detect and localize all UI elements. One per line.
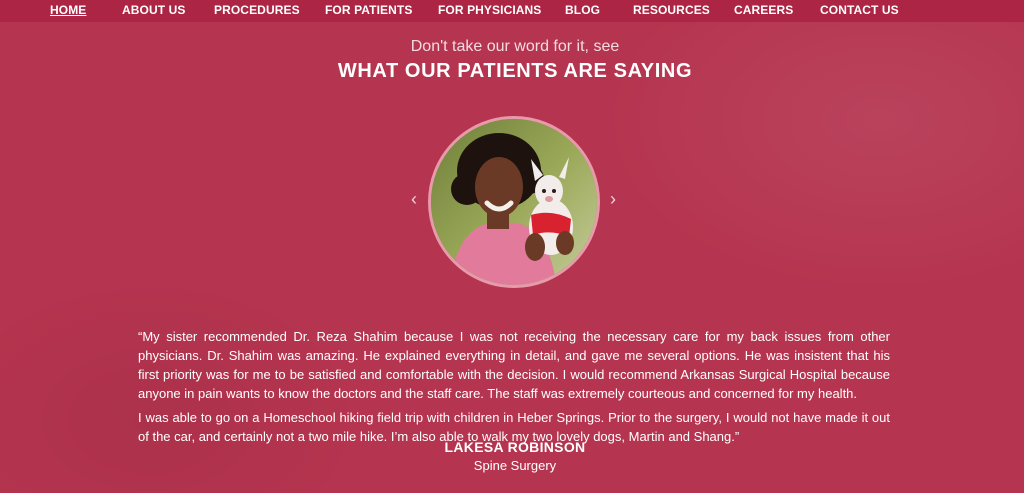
nav-item-for-physicians[interactable]: FOR PHYSICIANS [438, 3, 541, 17]
patient-photo-illustration [431, 119, 597, 285]
nav-item-contact-us[interactable]: CONTACT US [820, 3, 899, 17]
nav-item-about-us[interactable]: ABOUT US [122, 3, 185, 17]
patient-name: LAKESA ROBINSON [444, 439, 586, 455]
patient-procedure: Spine Surgery [473, 458, 557, 473]
chevron-left-icon[interactable]: ‹ [411, 189, 417, 209]
testimonial-quote-paragraph-1: “My sister recommended Dr. Reza Shahim b… [138, 329, 890, 401]
nav-item-careers[interactable]: CAREERS [734, 3, 793, 17]
section-title: WHAT OUR PATIENTS ARE SAYING [337, 60, 693, 82]
nav-item-home[interactable]: HOME [50, 3, 86, 17]
nav-item-procedures[interactable]: PROCEDURES [214, 3, 300, 17]
nav-item-resources[interactable]: RESOURCES [633, 3, 710, 17]
main-nav: HOME ABOUT US PROCEDURES FOR PATIENTS FO… [0, 0, 1024, 22]
patient-photo [428, 116, 600, 288]
nav-item-blog[interactable]: BLOG [565, 3, 600, 17]
section-eyebrow: Don't take our word for it, see [410, 38, 620, 55]
chevron-right-icon[interactable]: › [610, 189, 616, 209]
nav-item-for-patients[interactable]: FOR PATIENTS [325, 3, 412, 17]
